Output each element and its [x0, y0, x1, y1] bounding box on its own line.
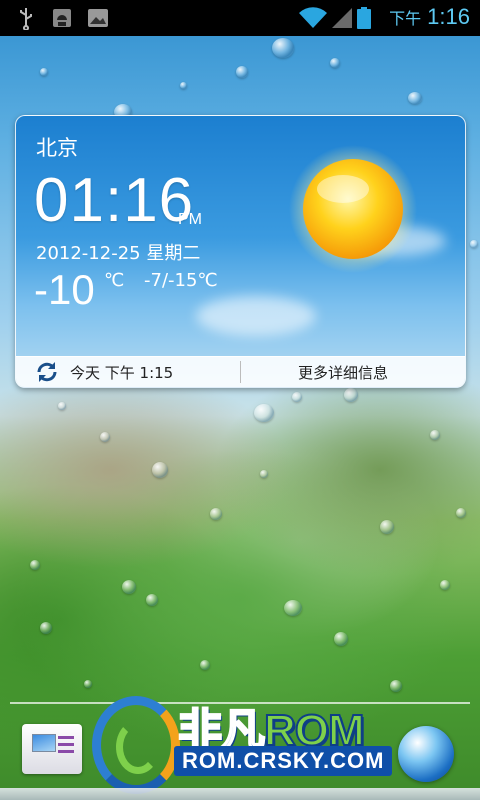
- current-temperature: -10: [34, 266, 95, 313]
- wifi-icon: [299, 7, 327, 29]
- battery-icon: [357, 7, 371, 29]
- more-details-button[interactable]: 更多详细信息: [298, 362, 388, 383]
- status-clock-ampm: 下午: [389, 11, 422, 28]
- widget-clock[interactable]: 01:16: [34, 166, 194, 236]
- android-debug-icon: [53, 9, 71, 27]
- refresh-icon[interactable]: [34, 360, 60, 384]
- widget-clock-ampm: PM: [178, 211, 202, 228]
- messaging-line: [58, 750, 74, 753]
- signal-icon: [332, 8, 352, 28]
- sun-icon: [289, 145, 417, 273]
- status-clock-time: 1:16: [427, 4, 470, 29]
- watermark-logo: 非凡ROM ROM.CRSKY.COM: [78, 690, 418, 800]
- watermark-inner-ring-icon: [116, 720, 160, 774]
- widget-date: 2012-12-25 星期二: [36, 243, 201, 264]
- temperature-range: -7/-15℃: [144, 270, 218, 291]
- bottom-strip: [0, 788, 480, 800]
- messaging-line: [58, 736, 74, 739]
- status-bar: 下午 1:16: [0, 0, 480, 36]
- temperature-unit: ℃: [104, 270, 125, 291]
- status-clock: 下午 1:16: [389, 4, 470, 30]
- cloud-decoration: [196, 296, 316, 336]
- weather-widget[interactable]: 北京 01:16 PM 2012-12-25 星期二 -10 ℃ -7/-15℃: [15, 115, 466, 388]
- footer-divider: [240, 361, 241, 383]
- messaging-line: [58, 743, 74, 746]
- city-name[interactable]: 北京: [36, 132, 78, 162]
- messaging-app-icon[interactable]: [22, 724, 82, 774]
- watermark-url: ROM.CRSKY.COM: [174, 746, 393, 776]
- image-notification-icon: [88, 9, 108, 27]
- usb-icon: [20, 8, 32, 30]
- messaging-image-icon: [32, 734, 56, 752]
- last-updated-label: 今天 下午 1:15: [70, 364, 174, 382]
- home-screen: 下午 1:16 北京 01:16 PM 2012-12-25 星期二 -10 ℃ …: [0, 0, 480, 800]
- widget-footer: 今天 下午 1:15 更多详细信息: [16, 356, 465, 387]
